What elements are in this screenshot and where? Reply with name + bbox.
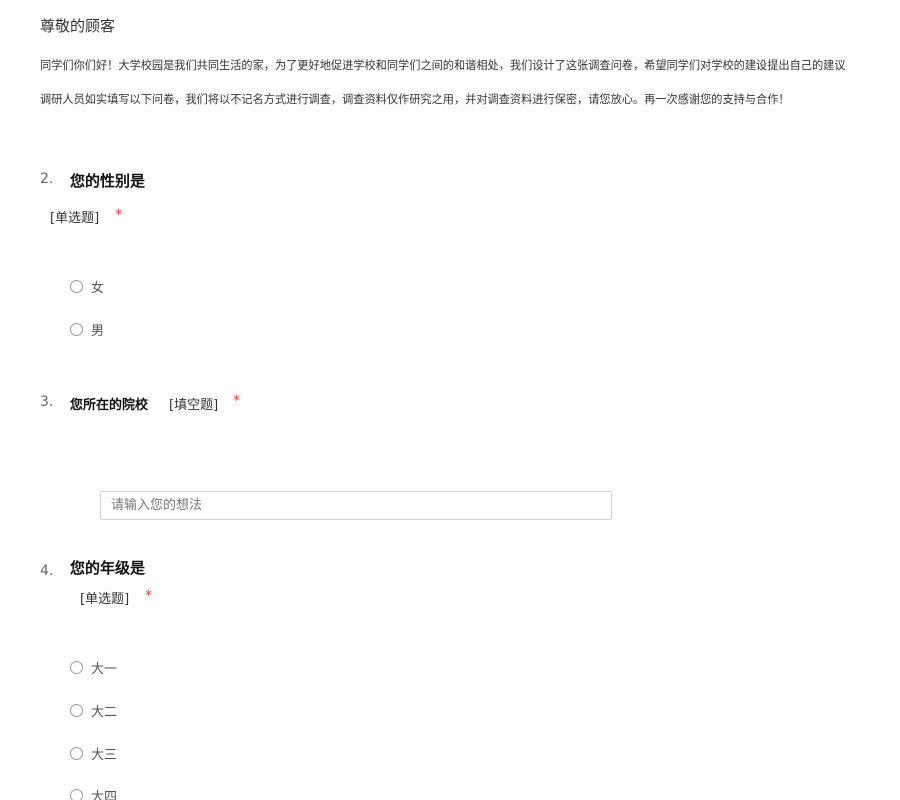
required-marker: * <box>233 393 240 409</box>
radio-button[interactable] <box>70 789 83 800</box>
gender-option-male[interactable]: 男 <box>70 320 104 339</box>
survey-page: 尊敬的顾客 同学们你们好！大学校园是我们共同生活的家，为了更好地促进学校和同学们… <box>0 0 900 800</box>
question-type-label: [单选题] <box>50 211 100 226</box>
school-input[interactable] <box>100 491 612 520</box>
gender-option-female[interactable]: 女 <box>70 277 104 296</box>
option-label: 女 <box>91 281 105 296</box>
question-title: 您的性别是 <box>70 172 146 190</box>
radio-button[interactable] <box>70 661 83 674</box>
radio-button[interactable] <box>70 323 83 336</box>
grade-option-4[interactable]: 大四 <box>70 786 117 800</box>
radio-button[interactable] <box>70 280 83 293</box>
intro-text-line-2: 调研人员如实填写以下问卷，我们将以不记名方式进行调查，调查资料仅作研究之用，并对… <box>40 93 790 106</box>
required-marker: * <box>115 207 122 223</box>
radio-button[interactable] <box>70 704 83 717</box>
intro-text-line-1: 同学们你们好！大学校园是我们共同生活的家，为了更好地促进学校和同学们之间的和谐相… <box>40 59 846 72</box>
required-marker: * <box>145 588 152 604</box>
question-number: 3. <box>40 394 54 410</box>
grade-option-3[interactable]: 大三 <box>70 744 117 763</box>
question-number: 4. <box>40 563 54 579</box>
question-number: 2. <box>40 171 54 187</box>
question-title: 您的年级是 <box>70 559 146 577</box>
option-label: 大三 <box>91 748 118 763</box>
option-label: 大二 <box>91 705 118 720</box>
question-type-label: [单选题] <box>80 592 130 607</box>
option-label: 男 <box>91 324 105 339</box>
radio-button[interactable] <box>70 747 83 760</box>
greeting-heading: 尊敬的顾客 <box>40 17 116 35</box>
question-type-label: [填空题] <box>169 398 219 413</box>
question-title: 您所在的院校 <box>70 398 149 413</box>
option-label: 大一 <box>91 662 118 677</box>
grade-option-2[interactable]: 大二 <box>70 701 117 720</box>
option-label: 大四 <box>91 790 118 800</box>
grade-option-1[interactable]: 大一 <box>70 658 117 677</box>
